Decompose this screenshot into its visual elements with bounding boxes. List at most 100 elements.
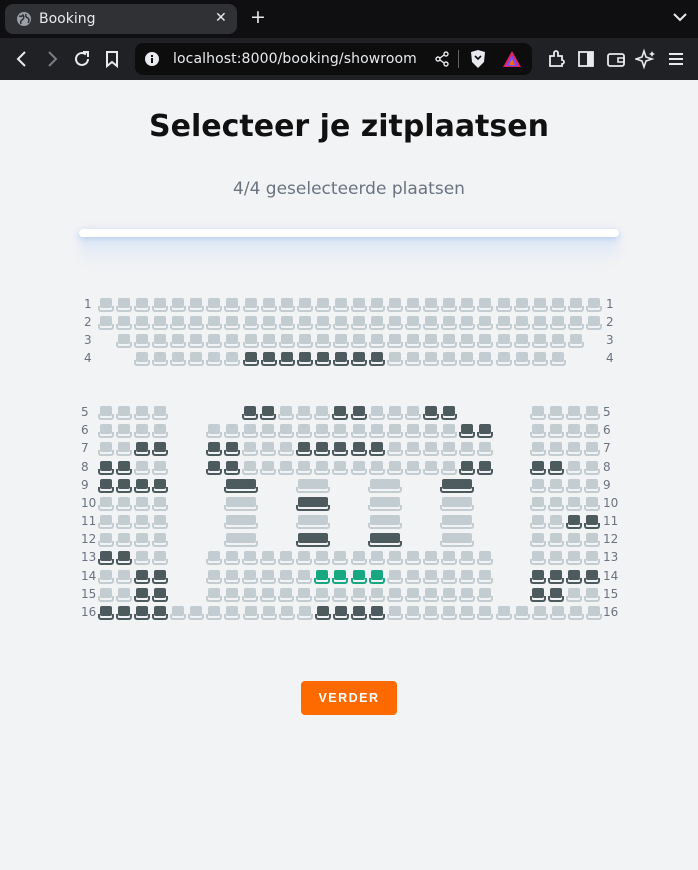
seat[interactable]: [206, 298, 223, 312]
seat[interactable]: [296, 460, 313, 475]
seat[interactable]: [549, 605, 566, 620]
seat[interactable]: [242, 587, 259, 602]
seat[interactable]: [170, 352, 187, 366]
seat[interactable]: [314, 316, 331, 330]
seat[interactable]: [314, 460, 331, 475]
seat[interactable]: [566, 533, 583, 548]
seat[interactable]: [584, 533, 601, 548]
seat[interactable]: [477, 587, 494, 602]
seat[interactable]: [188, 605, 205, 620]
seat[interactable]: [260, 551, 277, 566]
seat[interactable]: [296, 316, 313, 330]
share-icon[interactable]: [434, 51, 450, 67]
seat[interactable]: [206, 605, 223, 620]
seat[interactable]: [98, 406, 114, 420]
seat[interactable]: [278, 587, 295, 602]
seat[interactable]: [441, 605, 458, 620]
seat[interactable]: [350, 551, 367, 566]
seat[interactable]: [422, 569, 439, 584]
seat[interactable]: [206, 587, 222, 602]
seat[interactable]: [116, 496, 133, 511]
seat[interactable]: [206, 334, 223, 348]
seat[interactable]: [224, 424, 241, 439]
seat[interactable]: [549, 334, 566, 348]
seat[interactable]: [405, 352, 422, 366]
seat[interactable]: [350, 298, 367, 312]
seat[interactable]: [423, 316, 440, 330]
seat[interactable]: [152, 298, 169, 312]
seat[interactable]: [548, 533, 565, 548]
seat[interactable]: [530, 478, 546, 493]
seat[interactable]: [98, 569, 114, 584]
seat[interactable]: [513, 316, 530, 330]
seat[interactable]: [116, 424, 133, 439]
seat[interactable]: [387, 298, 404, 312]
booth-seat[interactable]: [296, 478, 330, 493]
seat[interactable]: [530, 424, 546, 439]
seat[interactable]: [530, 533, 546, 548]
seat[interactable]: [296, 569, 313, 584]
seat[interactable]: [134, 496, 151, 511]
seat[interactable]: [152, 533, 169, 548]
seat[interactable]: [404, 587, 421, 602]
seat[interactable]: [152, 515, 169, 530]
seat[interactable]: [170, 334, 187, 348]
booth-seat[interactable]: [224, 496, 258, 511]
seat[interactable]: [260, 424, 277, 439]
seat[interactable]: [296, 605, 313, 620]
seat[interactable]: [350, 316, 367, 330]
seat[interactable]: [278, 424, 295, 439]
bookmark-icon[interactable]: [101, 48, 123, 70]
seat[interactable]: [531, 298, 548, 312]
seat[interactable]: [116, 515, 133, 530]
seat[interactable]: [206, 551, 222, 566]
seat[interactable]: [530, 515, 546, 530]
seat[interactable]: [278, 460, 295, 475]
seat[interactable]: [386, 442, 403, 457]
seat[interactable]: [513, 605, 530, 620]
seat[interactable]: [566, 424, 583, 439]
seat[interactable]: [422, 551, 439, 566]
seat[interactable]: [369, 334, 386, 348]
seat[interactable]: [477, 442, 494, 457]
seat[interactable]: [567, 605, 584, 620]
seat[interactable]: [405, 316, 422, 330]
seat[interactable]: [531, 334, 548, 348]
seat[interactable]: [224, 334, 241, 348]
seat[interactable]: [495, 352, 512, 366]
seat[interactable]: [152, 316, 169, 330]
seat[interactable]: [566, 587, 583, 602]
booth-seat[interactable]: [368, 515, 402, 530]
seat[interactable]: [260, 316, 277, 330]
seat[interactable]: [260, 442, 277, 457]
seat[interactable]: [224, 587, 241, 602]
seat[interactable]: [584, 551, 601, 566]
seat[interactable]: [531, 352, 548, 366]
seat[interactable]: [368, 569, 385, 584]
seat[interactable]: [404, 442, 421, 457]
seat[interactable]: [566, 442, 583, 457]
seat[interactable]: [278, 551, 295, 566]
seat[interactable]: [404, 551, 421, 566]
seat[interactable]: [548, 496, 565, 511]
seat[interactable]: [513, 298, 530, 312]
seat[interactable]: [548, 478, 565, 493]
brave-shield-icon[interactable]: [469, 49, 487, 69]
seat[interactable]: [549, 352, 566, 366]
seat[interactable]: [459, 316, 476, 330]
booth-seat[interactable]: [296, 515, 330, 530]
seat[interactable]: [422, 424, 439, 439]
seat[interactable]: [152, 424, 169, 439]
seat[interactable]: [530, 496, 546, 511]
seat[interactable]: [134, 551, 151, 566]
seat[interactable]: [405, 298, 422, 312]
seat[interactable]: [278, 334, 295, 348]
seat[interactable]: [134, 406, 151, 420]
seat[interactable]: [422, 587, 439, 602]
sidebar-icon[interactable]: [575, 48, 597, 70]
booth-seat[interactable]: [368, 496, 402, 511]
seat[interactable]: [585, 316, 602, 330]
seat[interactable]: [567, 298, 584, 312]
seat[interactable]: [458, 587, 475, 602]
forward-icon[interactable]: [41, 48, 63, 70]
